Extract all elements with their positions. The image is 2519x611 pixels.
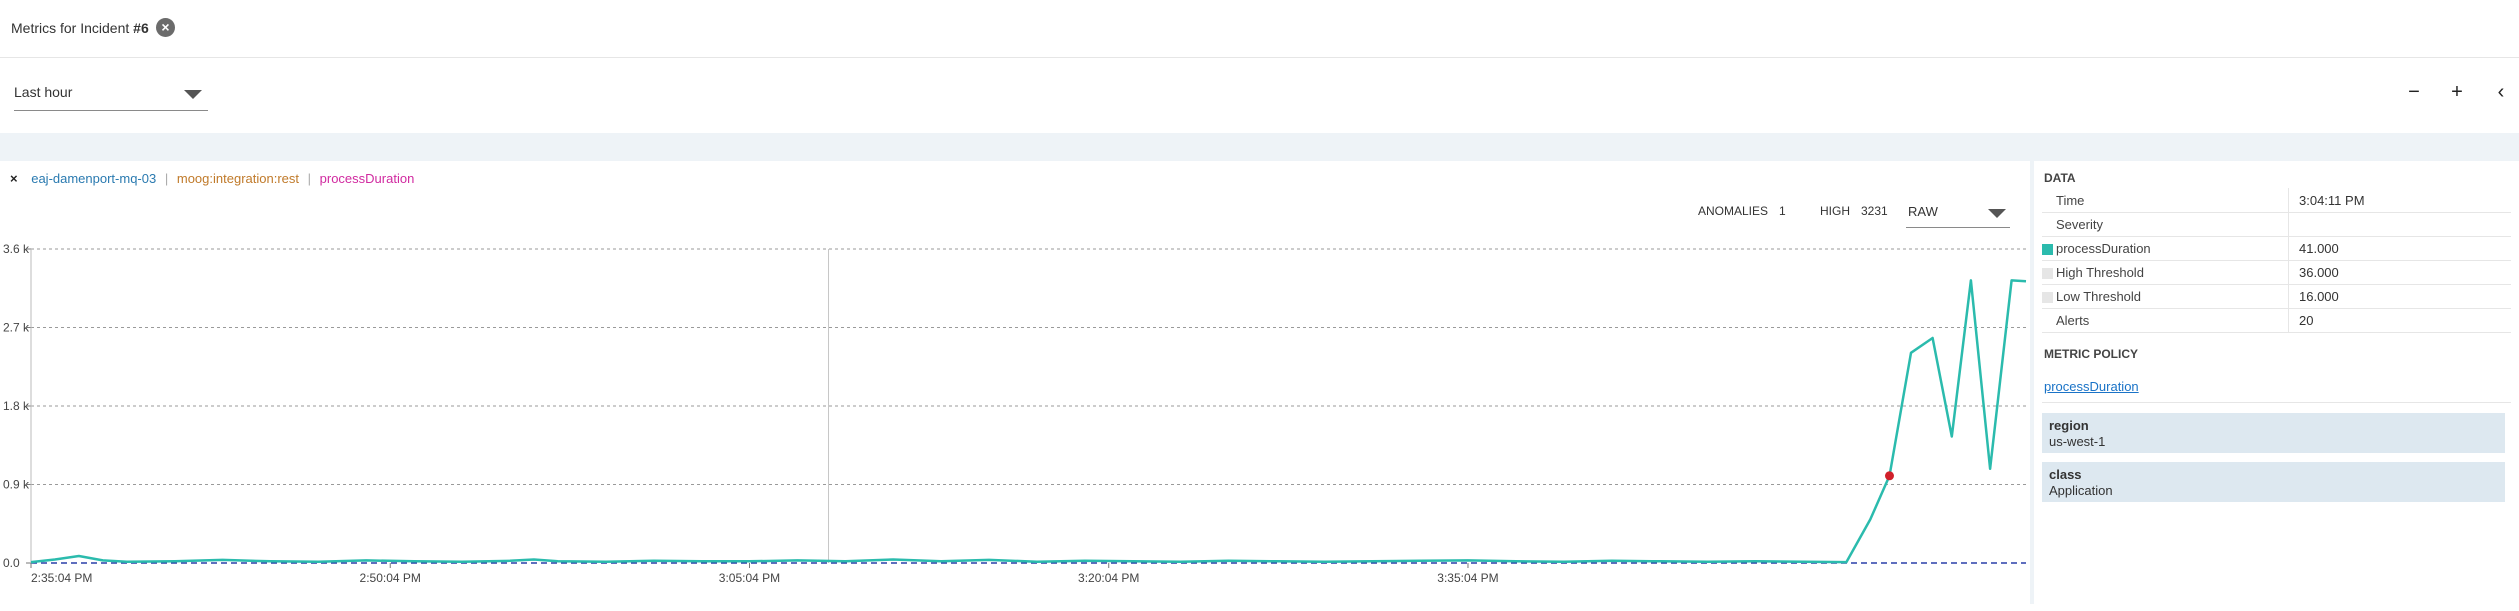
data-row: Alerts 20: [2042, 308, 2511, 333]
legend-source[interactable]: moog:integration:rest: [177, 171, 299, 186]
data-row-label: processDuration: [2056, 241, 2151, 256]
data-row-value: 3:04:11 PM: [2299, 193, 2365, 208]
divider: [2042, 402, 2511, 403]
metric-policy-heading: METRIC POLICY: [2044, 347, 2139, 361]
cell-divider: [2288, 212, 2289, 236]
remove-series-icon[interactable]: ×: [10, 171, 18, 186]
x-tick-label: 3:20:04 PM: [1078, 571, 1139, 585]
chevron-down-icon: [184, 90, 202, 99]
data-row-label: High Threshold: [2056, 265, 2144, 280]
high-value: 3231: [1861, 204, 1888, 218]
cell-divider: [2288, 236, 2289, 260]
data-row-value: 20: [2299, 313, 2314, 328]
data-row: Low Threshold 16.000: [2042, 284, 2511, 309]
collapse-panel-button[interactable]: ‹: [2490, 80, 2512, 104]
series-line-processDuration: [30, 279, 2027, 564]
tag-region: region us-west-1: [2042, 413, 2505, 453]
page-title: Metrics for Incident #6: [11, 20, 149, 36]
section-divider: [0, 133, 2519, 161]
cell-divider: [2288, 284, 2289, 308]
cell-divider: [2288, 188, 2289, 212]
close-icon[interactable]: ×: [156, 18, 175, 37]
x-tick-label: 3:05:04 PM: [719, 571, 780, 585]
zoom-out-button[interactable]: −: [2403, 80, 2425, 104]
metric-line-chart[interactable]: 0.0 0.9 k 1.8 k 2.7 k 3.6 k 2:35:04 PM 2:50:04…: [0, 231, 2030, 604]
high-label: HIGH: [1820, 204, 1850, 218]
value-mode: RAW: [1908, 204, 1938, 219]
anomalies-count: 1: [1779, 204, 1786, 218]
series-swatch-icon: [2042, 268, 2053, 279]
incident-header: Metrics for Incident #6 ×: [0, 0, 2519, 58]
anomaly-point: [1884, 471, 1894, 481]
data-row: processDuration 41.000: [2042, 236, 2511, 261]
data-row: High Threshold 36.000: [2042, 260, 2511, 285]
data-row-label: Time: [2056, 193, 2085, 208]
x-tick-label: 2:50:04 PM: [360, 571, 421, 585]
tag-class: class Application: [2042, 462, 2505, 502]
time-range-select[interactable]: Last hour: [14, 80, 208, 111]
y-tick-label: 2.7 k: [3, 321, 30, 335]
legend-separator: |: [307, 171, 312, 186]
title-prefix: Metrics for Incident: [11, 20, 130, 36]
legend-host[interactable]: eaj-damenport-mq-03: [31, 171, 156, 186]
time-range-value: Last hour: [14, 84, 73, 100]
chevron-down-icon: [1988, 209, 2006, 218]
data-row-value: 36.000: [2299, 265, 2339, 280]
data-row: Severity: [2042, 212, 2511, 237]
value-mode-select[interactable]: RAW: [1906, 201, 2010, 228]
y-tick-label: 3.6 k: [3, 242, 30, 256]
series-legend: × eaj-damenport-mq-03 | moog:integration…: [10, 171, 414, 186]
chart-panel: × eaj-damenport-mq-03 | moog:integration…: [0, 161, 2030, 604]
data-row-label: Alerts: [2056, 313, 2090, 328]
series-swatch-icon: [2042, 292, 2053, 303]
tag-value: us-west-1: [2049, 434, 2106, 449]
x-tick-label: 3:35:04 PM: [1437, 571, 1498, 585]
data-row-label: Severity: [2056, 217, 2103, 232]
chart-toolbar: Last hour − + ‹: [0, 58, 2519, 133]
series-swatch-icon: [2042, 244, 2053, 255]
data-panel: DATA Time 3:04:11 PM Severity processDurati…: [2034, 161, 2519, 604]
data-row-value: 16.000: [2299, 289, 2339, 304]
tag-key: class: [2049, 467, 2082, 482]
y-tick-label: 0.0: [3, 556, 20, 570]
cell-divider: [2288, 308, 2289, 332]
y-tick-label: 0.9 k: [3, 478, 30, 492]
metric-policy-link[interactable]: processDuration: [2044, 379, 2139, 394]
data-row-value: 41.000: [2299, 241, 2339, 256]
legend-separator: |: [164, 171, 169, 186]
y-tick-label: 1.8 k: [3, 399, 30, 413]
data-row-label: Low Threshold: [2056, 289, 2142, 304]
cell-divider: [2288, 260, 2289, 284]
anomalies-label: ANOMALIES: [1698, 204, 1769, 218]
data-heading: DATA: [2044, 171, 2076, 185]
legend-metric[interactable]: processDuration: [320, 171, 415, 186]
incident-number: #6: [133, 20, 149, 36]
data-row: Time 3:04:11 PM: [2042, 188, 2511, 213]
tag-key: region: [2049, 418, 2089, 433]
zoom-in-button[interactable]: +: [2446, 80, 2468, 104]
tag-value: Application: [2049, 483, 2113, 498]
x-tick-label: 2:35:04 PM: [31, 571, 92, 585]
